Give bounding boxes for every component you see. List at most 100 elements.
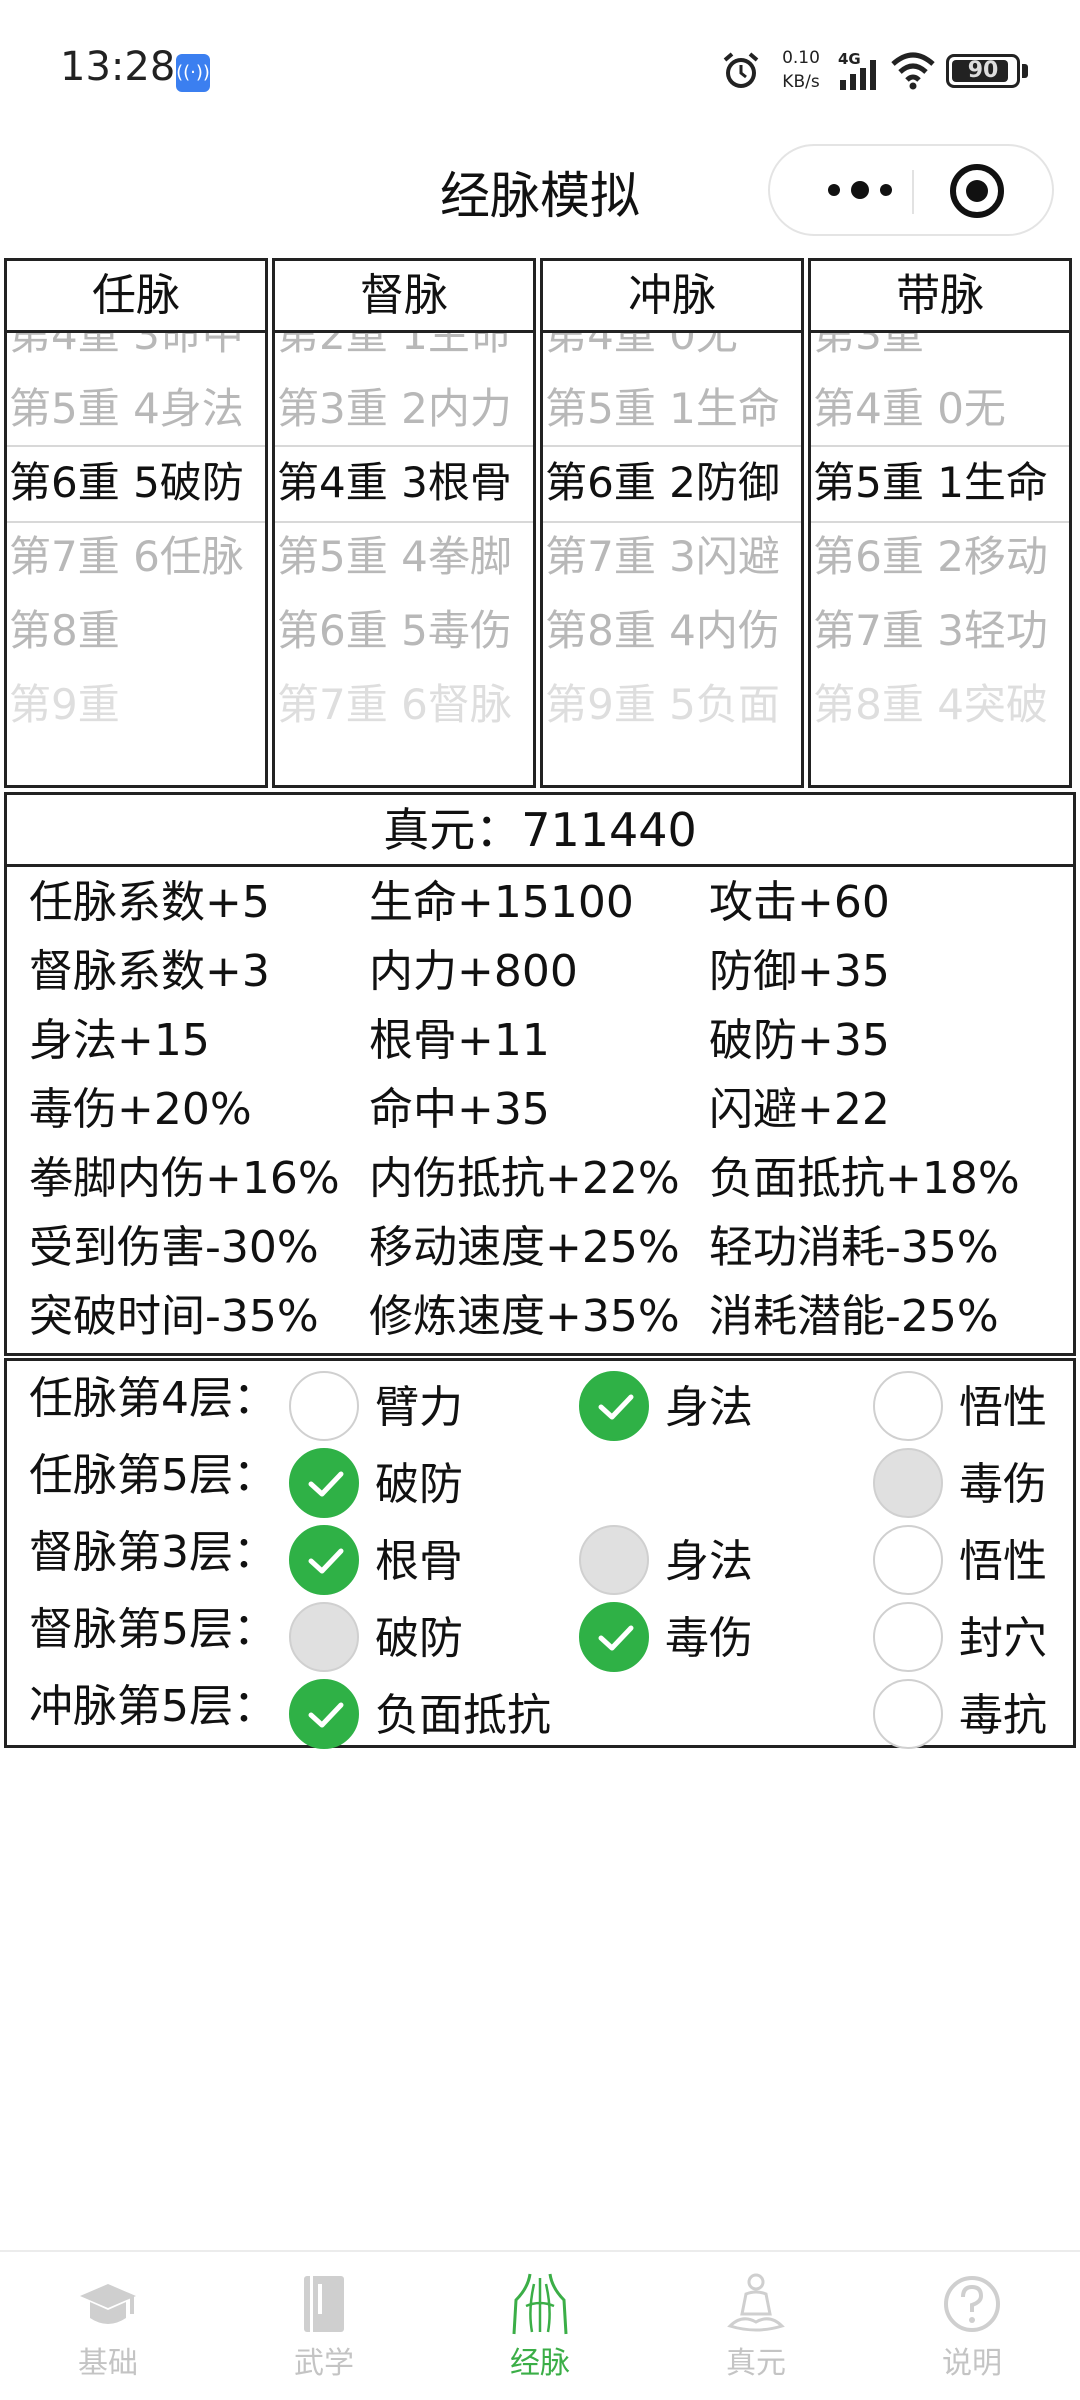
radio-circle-icon[interactable] <box>289 1371 359 1441</box>
picker-item[interactable]: 第6重 2移动 <box>811 519 1069 595</box>
picker-item[interactable]: 第5重 4拳脚 <box>275 519 533 595</box>
radio-option-label: 破防 <box>375 1613 463 1664</box>
picker-selection-line <box>811 521 1070 523</box>
tab-item[interactable]: 武学 <box>216 2252 432 2400</box>
picker-header: 冲脉 <box>543 261 802 333</box>
picker-item-selected[interactable]: 第4重 3根骨 <box>275 445 533 521</box>
stat-value: 轻功消耗-35% <box>709 1222 999 1273</box>
network-speed-value: 0.10 <box>782 48 820 68</box>
battery-percent: 90 <box>967 58 999 83</box>
checkmark-icon <box>308 1548 344 1574</box>
nfc-notification-icon: ((·)) <box>176 54 210 92</box>
picker-wheel[interactable]: 第3重第4重 0无第5重 1生命第6重 2防御第7重 3闪避第8重 4内伤第9重… <box>543 333 802 785</box>
battery-tip <box>1022 64 1028 78</box>
tab-label: 武学 <box>294 2346 354 2381</box>
picker-wheel[interactable]: 第2重第3重第4重 0无第5重 1生命第6重 2移动第7重 3轻功第8重 4突破 <box>811 333 1070 785</box>
checkmark-icon <box>308 1471 344 1497</box>
picker-item[interactable]: 第8重 4突破 <box>811 667 1069 743</box>
radio-checked-icon[interactable] <box>579 1371 649 1441</box>
radio-checked-icon[interactable] <box>289 1679 359 1749</box>
layer-label: 冲脉第5层： <box>29 1681 277 1732</box>
picker-selection-line <box>811 445 1070 447</box>
tab-label: 经脉 <box>510 2346 570 2381</box>
radio-circle-icon <box>579 1525 649 1595</box>
picker-item[interactable]: 第4重 0无 <box>811 371 1069 447</box>
picker-item[interactable]: 第4重 3命中 <box>7 333 265 373</box>
radio-circle-icon[interactable] <box>873 1371 943 1441</box>
radio-option-label: 悟性 <box>959 1382 1047 1433</box>
picker-item[interactable]: 第7重 3轻功 <box>811 593 1069 669</box>
picker-item[interactable]: 第8重 <box>7 593 265 669</box>
stat-value: 命中+35 <box>369 1084 550 1135</box>
picker-selection-line <box>7 445 265 447</box>
picker-item[interactable]: 第9重 5负面 <box>543 667 801 743</box>
radio-circle-icon <box>289 1602 359 1672</box>
stat-value: 负面抵抗+18% <box>709 1153 1020 1204</box>
picker-item[interactable]: 第6重 5毒伤 <box>275 593 533 669</box>
picker-item-selected[interactable]: 第6重 2防御 <box>543 445 801 521</box>
stat-value: 消耗潜能-25% <box>709 1291 999 1342</box>
wifi-icon <box>891 52 935 90</box>
picker-item[interactable]: 第8重 4内伤 <box>543 593 801 669</box>
tab-item[interactable]: 基础 <box>0 2252 216 2400</box>
picker-item[interactable]: 第3重 2内力 <box>275 371 533 447</box>
picker-item[interactable]: 第9重 <box>7 667 265 743</box>
radio-option-label: 负面抵抗 <box>375 1690 551 1741</box>
picker-item[interactable]: 第7重 6督脉 <box>275 667 533 743</box>
picker-column[interactable]: 带脉第2重第3重第4重 0无第5重 1生命第6重 2移动第7重 3轻功第8重 4… <box>808 258 1073 788</box>
miniprogram-capsule <box>768 144 1054 236</box>
radio-circle-icon[interactable] <box>873 1602 943 1672</box>
picker-column[interactable]: 冲脉第3重第4重 0无第5重 1生命第6重 2防御第7重 3闪避第8重 4内伤第… <box>540 258 805 788</box>
stat-value: 督脉系数+3 <box>29 946 270 997</box>
alarm-clock-icon <box>723 52 759 88</box>
stat-value: 闪避+22 <box>709 1084 890 1135</box>
picker-item-selected[interactable]: 第6重 5破防 <box>7 445 265 521</box>
picker-column[interactable]: 督脉第1重 0无第2重 1生命第3重 2内力第4重 3根骨第5重 4拳脚第6重 … <box>272 258 537 788</box>
hat-icon <box>74 2270 142 2338</box>
picker-item[interactable]: 第7重 6任脉 <box>7 519 265 595</box>
tab-item[interactable]: 真元 <box>648 2252 864 2400</box>
meridian-pickers: 任脉第3重 2攻击第4重 3命中第5重 4身法第6重 5破防第7重 6任脉第8重… <box>4 258 1076 788</box>
radio-checked-icon[interactable] <box>579 1602 649 1672</box>
close-miniprogram-icon[interactable] <box>946 160 1008 222</box>
tab-item[interactable]: 说明 <box>864 2252 1080 2400</box>
more-options-icon[interactable] <box>810 146 910 234</box>
radio-option-label: 封穴 <box>959 1613 1047 1664</box>
tab-label: 说明 <box>942 2346 1002 2381</box>
picker-item[interactable]: 第2重 1生命 <box>275 333 533 373</box>
help-icon <box>938 2270 1006 2338</box>
picker-header: 督脉 <box>275 261 534 333</box>
picker-header: 任脉 <box>7 261 265 333</box>
capsule-divider <box>912 170 914 214</box>
tab-label: 基础 <box>78 2346 138 2381</box>
stat-value: 防御+35 <box>709 946 890 997</box>
radio-option-label: 破防 <box>375 1459 463 1510</box>
picker-item[interactable]: 第7重 3闪避 <box>543 519 801 595</box>
stat-value: 攻击+60 <box>709 877 890 928</box>
picker-item[interactable]: 第4重 0无 <box>543 333 801 373</box>
picker-column[interactable]: 任脉第3重 2攻击第4重 3命中第5重 4身法第6重 5破防第7重 6任脉第8重… <box>4 258 268 788</box>
meditation-icon <box>722 2270 790 2338</box>
zhenyuan-total: 真元：711440 <box>7 795 1073 867</box>
layer-label: 任脉第4层： <box>29 1373 277 1424</box>
picker-wheel[interactable]: 第3重 2攻击第4重 3命中第5重 4身法第6重 5破防第7重 6任脉第8重第9… <box>7 333 265 785</box>
radio-circle-icon <box>873 1448 943 1518</box>
picker-item[interactable]: 第5重 1生命 <box>543 371 801 447</box>
picker-item-selected[interactable]: 第5重 1生命 <box>811 445 1069 521</box>
network-speed: 0.10 KB/s <box>778 46 824 94</box>
stats-panel: 真元：711440 任脉系数+5 生命+15100 攻击+60 督脉系数+3 内力+80… <box>4 792 1076 1356</box>
radio-checked-icon[interactable] <box>289 1525 359 1595</box>
meridian-body-icon <box>506 2270 574 2338</box>
radio-circle-icon[interactable] <box>873 1525 943 1595</box>
picker-wheel[interactable]: 第1重 0无第2重 1生命第3重 2内力第4重 3根骨第5重 4拳脚第6重 5毒… <box>275 333 534 785</box>
radio-option-label: 悟性 <box>959 1536 1047 1587</box>
picker-item[interactable]: 第5重 4身法 <box>7 371 265 447</box>
radio-option-label: 臂力 <box>375 1382 463 1433</box>
radio-circle-icon[interactable] <box>873 1679 943 1749</box>
radio-checked-icon[interactable] <box>289 1448 359 1518</box>
cellular-signal-icon: 4G <box>838 50 876 90</box>
tab-item[interactable]: 经脉 <box>432 2252 648 2400</box>
picker-item[interactable]: 第3重 <box>811 333 1069 373</box>
layer-label: 督脉第5层： <box>29 1604 277 1655</box>
stat-value: 内伤抵抗+22% <box>369 1153 680 1204</box>
